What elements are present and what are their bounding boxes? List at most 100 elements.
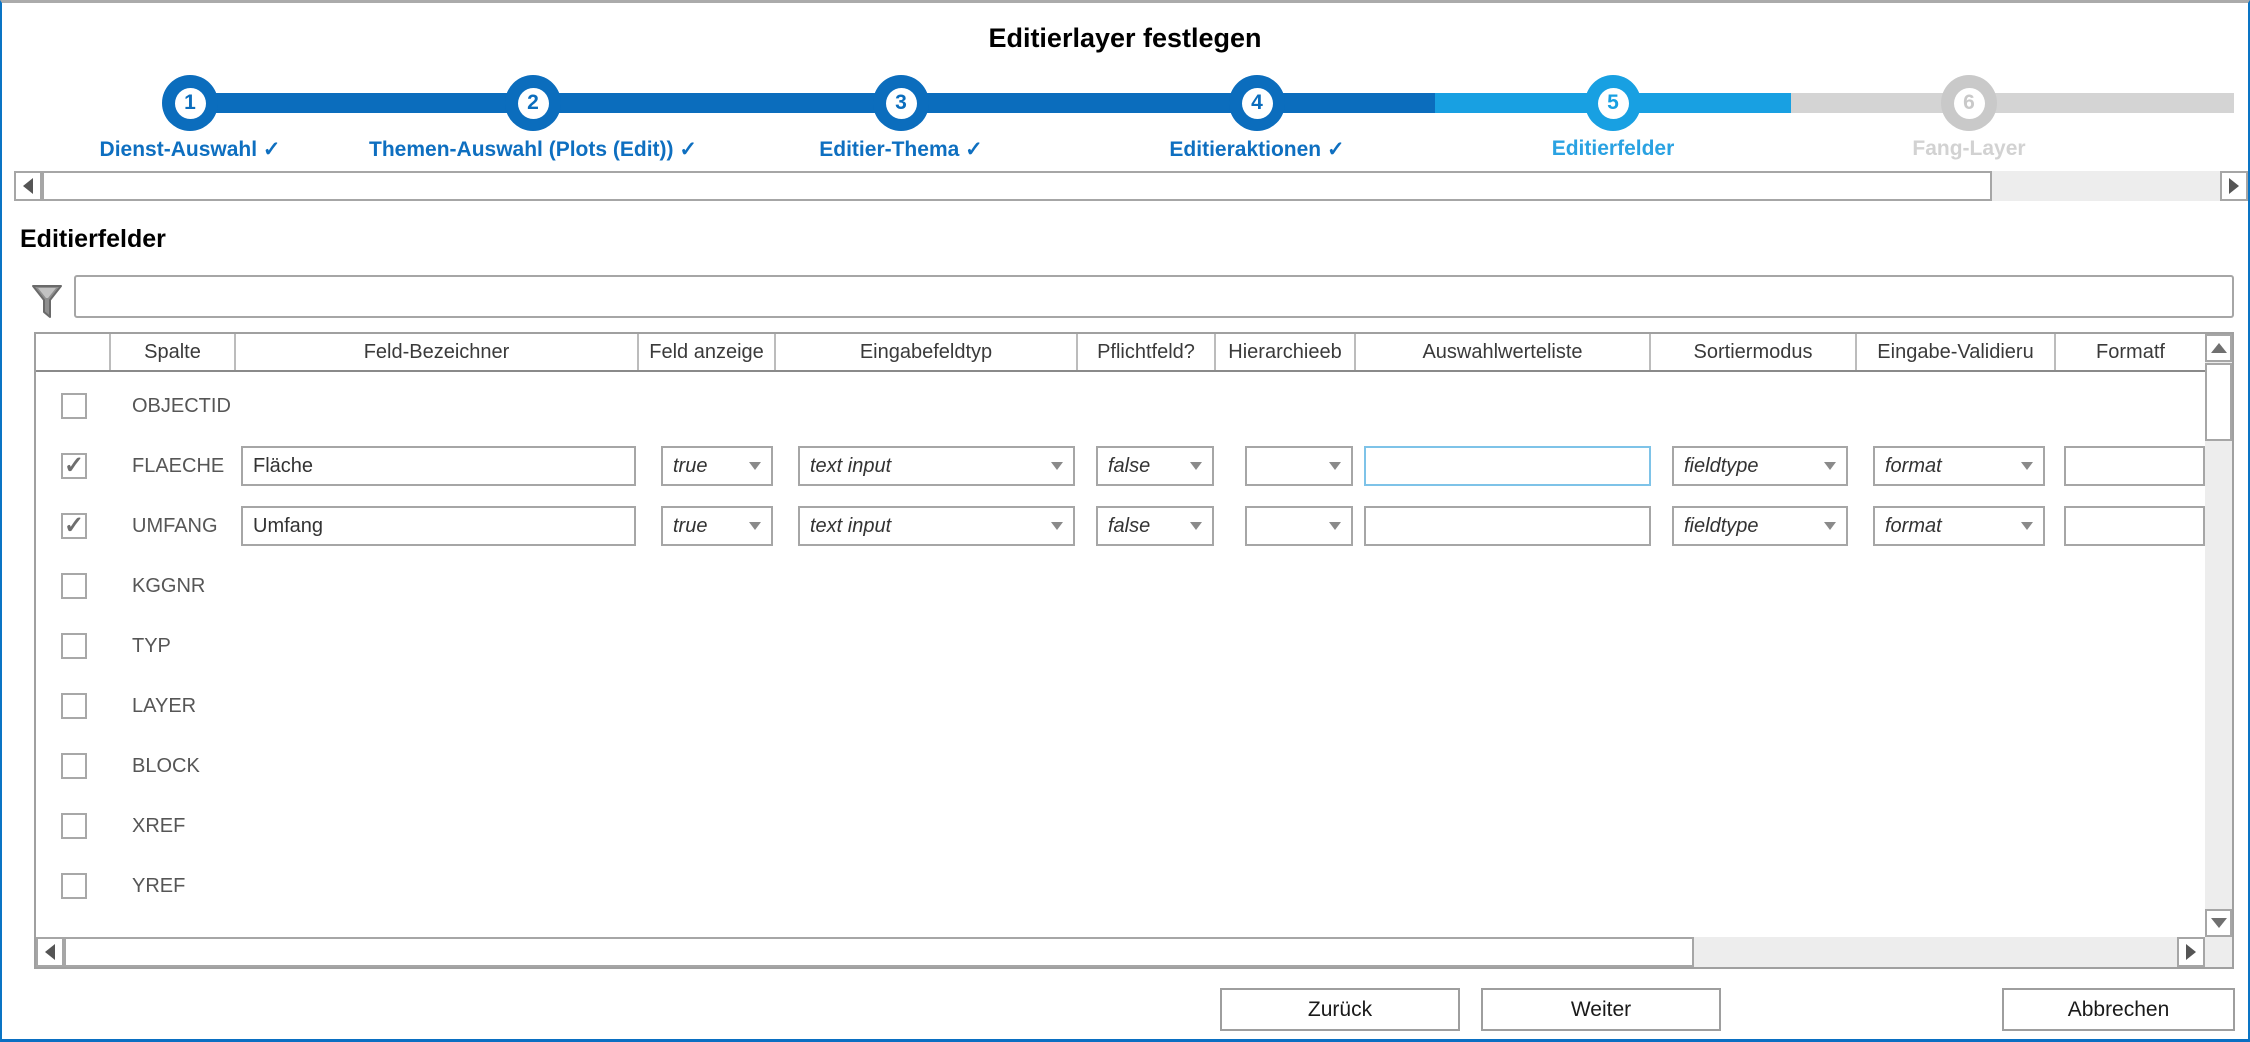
auswahlwerteliste-input[interactable] [1364, 506, 1651, 546]
feld-bezeichner-input[interactable] [241, 446, 636, 486]
auswahlwerteliste-input[interactable] [1364, 446, 1651, 486]
eingabe-validierung-dropdown[interactable]: format [1873, 506, 2045, 546]
dropdown-value: text input [810, 515, 891, 538]
eingabe-validierung-dropdown[interactable]: format [1873, 446, 2045, 486]
row-checkbox[interactable] [61, 753, 87, 779]
scroll-right-icon [2229, 178, 2239, 194]
sortiermodus-dropdown[interactable]: fieldtype [1672, 446, 1848, 486]
column-name: FLAECHE [111, 455, 224, 478]
scrollbar-thumb[interactable] [64, 937, 1694, 967]
scroll-up-button[interactable] [2205, 334, 2232, 362]
table-row: LAYER [36, 676, 2205, 736]
dropdown-value: format [1885, 455, 1942, 478]
editierfelder-table: Spalte Feld-Bezeichner Feld anzeige Eing… [34, 332, 2234, 969]
eingabefeldtyp-dropdown[interactable]: text input [798, 446, 1075, 486]
step-number: 5 [1598, 88, 1629, 119]
table-row: KGGNR [36, 556, 2205, 616]
column-name: YREF [111, 875, 185, 898]
filter-input[interactable] [74, 275, 2234, 318]
row-checkbox[interactable] [61, 393, 87, 419]
chevron-down-icon [1051, 462, 1063, 470]
scrollbar-track[interactable] [2205, 441, 2232, 909]
column-name: KGGNR [111, 575, 205, 598]
step-number: 6 [1954, 88, 1985, 119]
scroll-left-button[interactable] [36, 937, 64, 967]
scrollbar-corner [2205, 937, 2232, 967]
column-name: LAYER [111, 695, 196, 718]
dropdown-value: text input [810, 455, 891, 478]
sortiermodus-dropdown[interactable]: fieldtype [1672, 506, 1848, 546]
wizard-progress: 1 Dienst-Auswahl ✓ 2 Themen-Auswahl (Plo… [2, 58, 2248, 170]
dropdown-value: format [1885, 515, 1942, 538]
step-circle[interactable]: 6 [1941, 75, 1997, 131]
next-button[interactable]: Weiter [1481, 988, 1721, 1031]
eingabefeldtyp-dropdown[interactable]: text input [798, 506, 1075, 546]
feld-anzeigen-dropdown[interactable]: true [661, 446, 773, 486]
column-name: XREF [111, 815, 185, 838]
step-label: Fang-Layer [1912, 137, 2025, 161]
pflichtfeld-dropdown[interactable]: false [1096, 446, 1214, 486]
header-checkbox-col [36, 334, 111, 370]
table-horizontal-scrollbar[interactable] [36, 937, 2205, 967]
table-row: BLOCK [36, 736, 2205, 796]
back-button[interactable]: Zurück [1220, 988, 1460, 1031]
dropdown-value: true [673, 515, 707, 538]
wizard-horizontal-scrollbar[interactable] [14, 171, 2248, 201]
step-label: Editier-Thema ✓ [819, 137, 982, 162]
scroll-left-icon [23, 178, 33, 194]
row-checkbox[interactable] [61, 873, 87, 899]
step-number: 3 [886, 88, 917, 119]
scroll-right-button[interactable] [2220, 171, 2248, 201]
table-body: OBJECTID ✓ FLAECHE true text input false… [36, 372, 2205, 937]
chevron-down-icon [1190, 522, 1202, 530]
table-vertical-scrollbar[interactable] [2205, 334, 2232, 967]
scrollbar-thumb[interactable] [2205, 363, 2232, 441]
header-feld-anzeigen: Feld anzeige [639, 334, 776, 370]
formatfeld-input[interactable] [2064, 506, 2205, 546]
step-circle[interactable]: 4 [1229, 75, 1285, 131]
step-number: 1 [175, 88, 206, 119]
step-circle[interactable]: 1 [162, 75, 218, 131]
header-pflichtfeld: Pflichtfeld? [1078, 334, 1216, 370]
chevron-down-icon [2021, 522, 2033, 530]
dropdown-value: fieldtype [1684, 515, 1759, 538]
scroll-right-button[interactable] [2177, 937, 2205, 967]
header-sortiermodus: Sortiermodus [1651, 334, 1857, 370]
scroll-right-icon [2186, 944, 2196, 960]
step-number: 2 [518, 88, 549, 119]
header-eingabefeldtyp: Eingabefeldtyp [776, 334, 1078, 370]
step-circle[interactable]: 5 [1585, 75, 1641, 131]
formatfeld-input[interactable] [2064, 446, 2205, 486]
feld-anzeigen-dropdown[interactable]: true [661, 506, 773, 546]
column-name: BLOCK [111, 755, 200, 778]
scroll-up-icon [2211, 343, 2227, 353]
row-checkbox[interactable]: ✓ [61, 453, 87, 479]
chevron-down-icon [749, 462, 761, 470]
step-circle[interactable]: 2 [505, 75, 561, 131]
step-circle[interactable]: 3 [873, 75, 929, 131]
hierarchieebene-dropdown[interactable] [1245, 506, 1353, 546]
chevron-down-icon [1051, 522, 1063, 530]
wizard-window: Editierlayer festlegen 1 Dienst-Auswahl … [0, 0, 2250, 1042]
step-label: Editierfelder [1552, 137, 1675, 161]
header-auswahlwerteliste: Auswahlwerteliste [1356, 334, 1651, 370]
column-name: OBJECTID [111, 395, 231, 418]
row-checkbox[interactable] [61, 813, 87, 839]
feld-bezeichner-input[interactable] [241, 506, 636, 546]
page-title: Editierlayer festlegen [2, 23, 2248, 54]
row-checkbox[interactable] [61, 693, 87, 719]
hierarchieebene-dropdown[interactable] [1245, 446, 1353, 486]
row-checkbox[interactable]: ✓ [61, 513, 87, 539]
scroll-left-button[interactable] [14, 171, 42, 201]
cancel-button[interactable]: Abbrechen [2002, 988, 2235, 1031]
pflichtfeld-dropdown[interactable]: false [1096, 506, 1214, 546]
row-checkbox[interactable] [61, 633, 87, 659]
row-checkbox[interactable] [61, 573, 87, 599]
scrollbar-thumb[interactable] [42, 171, 1992, 201]
table-row: XREF [36, 796, 2205, 856]
scroll-down-button[interactable] [2205, 909, 2232, 937]
table-header-row: Spalte Feld-Bezeichner Feld anzeige Eing… [36, 334, 2205, 372]
chevron-down-icon [1190, 462, 1202, 470]
step-label: Editieraktionen ✓ [1169, 137, 1344, 162]
section-heading: Editierfelder [20, 225, 166, 254]
